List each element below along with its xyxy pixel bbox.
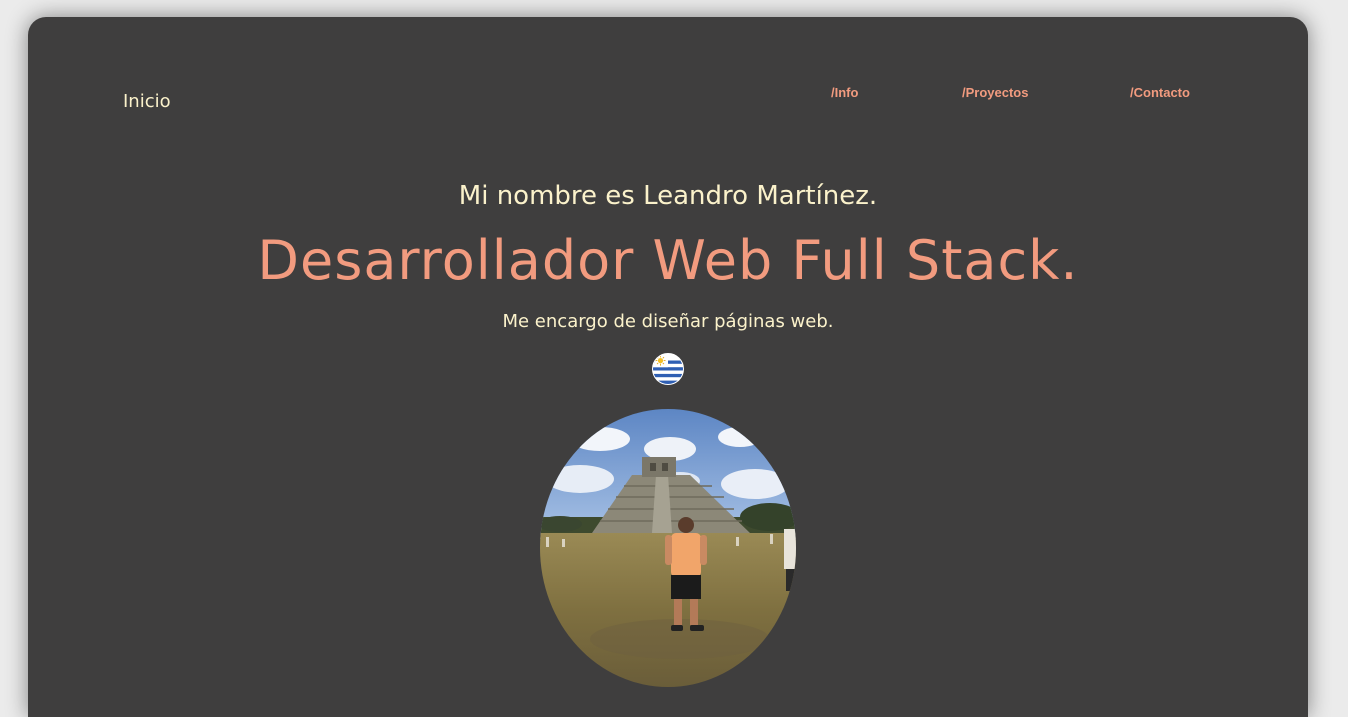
- nav-link-contacto[interactable]: /Contacto: [1130, 85, 1190, 100]
- hero-tagline: Me encargo de diseñar páginas web.: [502, 311, 834, 332]
- uruguay-flag-icon: [652, 353, 684, 385]
- uruguay-flag-graphic: [653, 354, 683, 384]
- nav-link-proyectos[interactable]: /Proyectos: [962, 85, 1028, 100]
- nav-link-info[interactable]: /Info: [831, 85, 858, 100]
- nav-brand-inicio[interactable]: Inicio: [123, 91, 171, 112]
- main-card: Inicio /Info /Proyectos /Contacto Mi nom…: [28, 17, 1308, 717]
- hero-intro: Mi nombre es Leandro Martínez.: [458, 181, 878, 211]
- profile-photo-graphic: [540, 409, 796, 687]
- profile-photo: [540, 409, 796, 687]
- hero-role-title: Desarrollador Web Full Stack.: [257, 229, 1079, 292]
